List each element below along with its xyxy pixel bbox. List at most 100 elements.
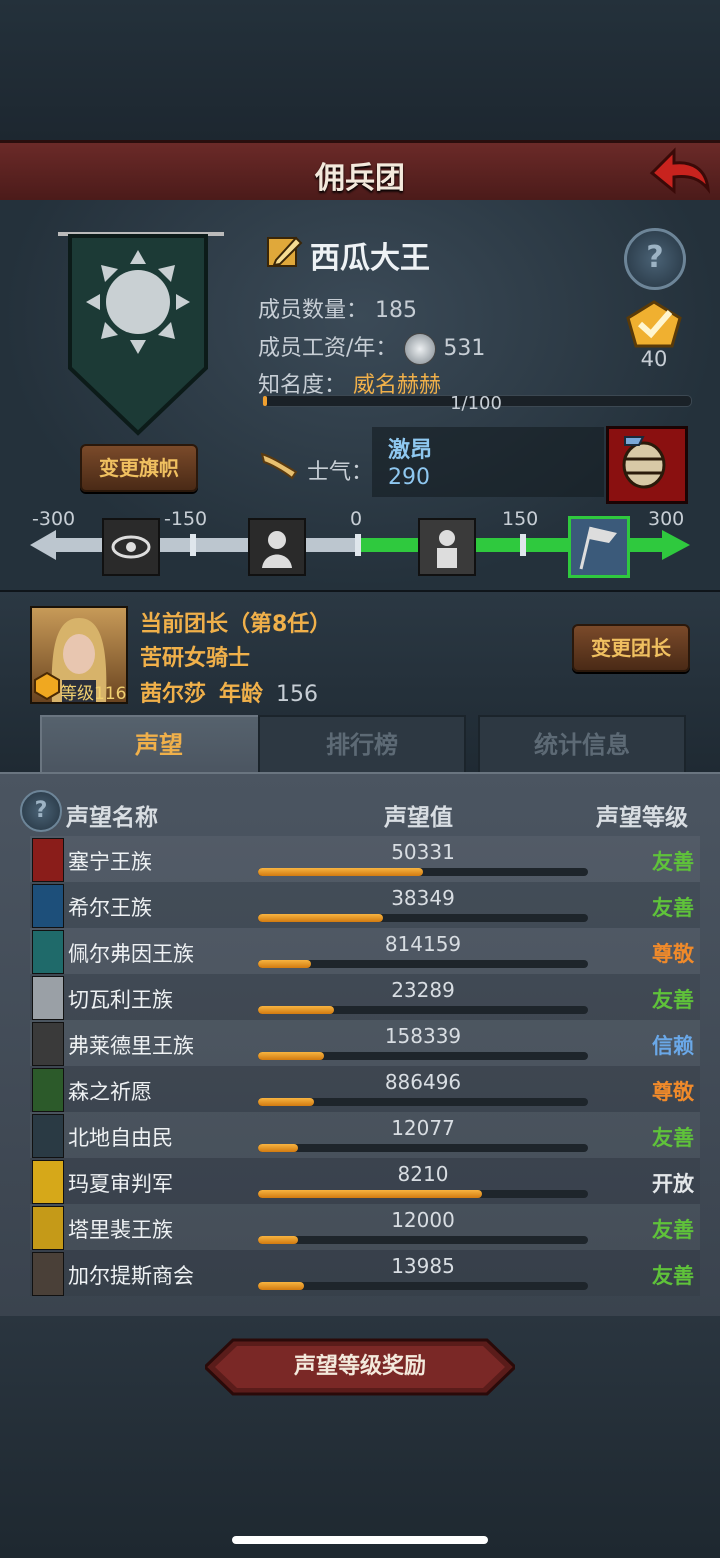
faction-emblem-icon (32, 884, 64, 928)
reputation-row[interactable]: 塞宁王族 50331 友善 (30, 836, 700, 882)
morale-state: 激昂 (388, 438, 433, 463)
reputation-value: 814159 (384, 932, 462, 956)
members-label: 成员数量： (258, 298, 369, 323)
horn-icon (260, 450, 300, 480)
reputation-row[interactable]: 希尔王族 38349 友善 (30, 882, 700, 928)
badge-number: 40 (640, 347, 668, 371)
morale-barrel-icon[interactable] (606, 426, 688, 504)
faction-name: 北地自由民 (68, 1126, 173, 1150)
home-indicator[interactable] (232, 1536, 488, 1544)
morale-despair-icon (248, 518, 306, 576)
faction-name: 弗莱德里王族 (68, 1034, 194, 1058)
reputation-level: 友善 (652, 1126, 694, 1150)
faction-emblem-icon (32, 1068, 64, 1112)
wage-label: 成员工资/年： (258, 336, 398, 361)
faction-name: 希尔王族 (68, 896, 152, 920)
morale-calm-icon (418, 518, 476, 576)
reputation-progress-bar (258, 1006, 588, 1014)
reputation-value: 38349 (391, 886, 455, 910)
faction-name: 切瓦利王族 (68, 988, 173, 1012)
leader-title: 当前团长（第8任） (140, 612, 332, 637)
reputation-progress-fill (258, 1236, 298, 1244)
leader-info-line: 茜尔莎 年龄 156 (140, 676, 318, 708)
faction-emblem-icon (32, 976, 64, 1020)
faction-name: 佩尔弗因王族 (68, 942, 194, 966)
morale-excited-flag-icon (568, 516, 630, 578)
reputation-progress-fill (258, 1144, 298, 1152)
reputation-row[interactable]: 北地自由民 12077 友善 (30, 1112, 700, 1158)
title-bar: 佣兵团 (0, 140, 720, 206)
reputation-progress-fill (258, 1006, 334, 1014)
reputation-progress-fill (258, 1052, 324, 1060)
scale-tick-minus300: -300 (32, 508, 76, 530)
top-background (0, 0, 720, 140)
scale-tick-300: 300 (648, 508, 685, 530)
reputation-row[interactable]: 弗莱德里王族 158339 信赖 (30, 1020, 700, 1066)
faction-name: 塔里裴王族 (68, 1218, 173, 1242)
morale-label: 士气： (307, 460, 374, 485)
reputation-progress-bar (258, 914, 588, 922)
col-header-value: 声望值 (384, 805, 453, 831)
reputation-row[interactable]: 玛夏审判军 8210 开放 (30, 1158, 700, 1204)
reputation-progress-bar (258, 960, 588, 968)
reputation-value: 13985 (391, 1254, 455, 1278)
reputation-value: 12077 (391, 1116, 455, 1140)
reputation-progress-bar (258, 1052, 588, 1060)
reputation-level: 友善 (652, 850, 694, 874)
tab-reputation[interactable]: 声望 (40, 715, 278, 773)
reputation-progress-fill (258, 1098, 315, 1106)
level-label: 等级 (60, 684, 94, 704)
reputation-row[interactable]: 加尔提斯商会 13985 友善 (30, 1250, 700, 1296)
reputation-row[interactable]: 切瓦利王族 23289 友善 (30, 974, 700, 1020)
reputation-progress-fill (258, 914, 384, 922)
reputation-value: 886496 (384, 1070, 462, 1094)
reputation-progress-bar (258, 1144, 588, 1152)
leader-level: 等级116 (60, 679, 126, 704)
tab-ranking[interactable]: 排行榜 (258, 715, 466, 775)
help-icon[interactable]: ? (624, 228, 686, 290)
achievement-badge-icon[interactable] (624, 300, 684, 350)
reputation-value: 12000 (391, 1208, 455, 1232)
reputation-level: 开放 (652, 1172, 694, 1196)
reputation-row[interactable]: 塔里裴王族 12000 友善 (30, 1204, 700, 1250)
tab-statistics[interactable]: 统计信息 (478, 715, 686, 775)
wage-stat: 成员工资/年： 531 (258, 330, 485, 365)
col-header-level: 声望等级 (596, 805, 688, 831)
reputation-progress-bar (258, 1282, 588, 1290)
reward-button-label: 声望等级奖励 (293, 1354, 426, 1379)
faction-emblem-icon (32, 1022, 64, 1066)
reputation-progress-fill (258, 1282, 305, 1290)
reputation-progress-fill (258, 868, 423, 876)
reputation-help-icon[interactable]: ? (20, 790, 62, 832)
legion-banner (58, 228, 224, 438)
faction-emblem-icon (32, 1206, 64, 1250)
change-leader-button[interactable]: 变更团长 (572, 624, 690, 672)
silver-coin-icon (404, 333, 437, 365)
edit-name-icon[interactable] (266, 232, 304, 270)
reputation-reward-button[interactable]: 声望等级奖励 (205, 1338, 515, 1396)
faction-emblem-icon (32, 838, 64, 882)
reputation-row[interactable]: 森之祈愿 886496 尊敬 (30, 1066, 700, 1112)
morale-eye-icon (102, 518, 160, 576)
reputation-level: 信赖 (652, 1034, 694, 1058)
change-flag-button[interactable]: 变更旗帜 (80, 444, 198, 492)
faction-emblem-icon (32, 1160, 64, 1204)
faction-emblem-icon (32, 1114, 64, 1158)
reputation-row[interactable]: 佩尔弗因王族 814159 尊敬 (30, 928, 700, 974)
reputation-progress-bar (258, 1098, 588, 1106)
reputation-value: 50331 (391, 840, 455, 864)
col-header-name: 声望名称 (66, 805, 158, 831)
scale-tick-0: 0 (350, 508, 363, 530)
faction-emblem-icon (32, 1252, 64, 1296)
reputation-level: 友善 (652, 1218, 694, 1242)
faction-name: 森之祈愿 (68, 1080, 152, 1104)
back-arrow-icon[interactable] (648, 145, 711, 195)
fame-progress-text: 1/100 (450, 393, 502, 414)
members-stat: 成员数量： 185 (258, 292, 417, 324)
page-title: 佣兵团 (315, 161, 405, 196)
reputation-progress-bar (258, 868, 588, 876)
members-value: 185 (375, 298, 418, 323)
reputation-progress-fill (258, 960, 311, 968)
reputation-level: 尊敬 (652, 942, 694, 966)
reputation-level: 友善 (652, 896, 694, 920)
